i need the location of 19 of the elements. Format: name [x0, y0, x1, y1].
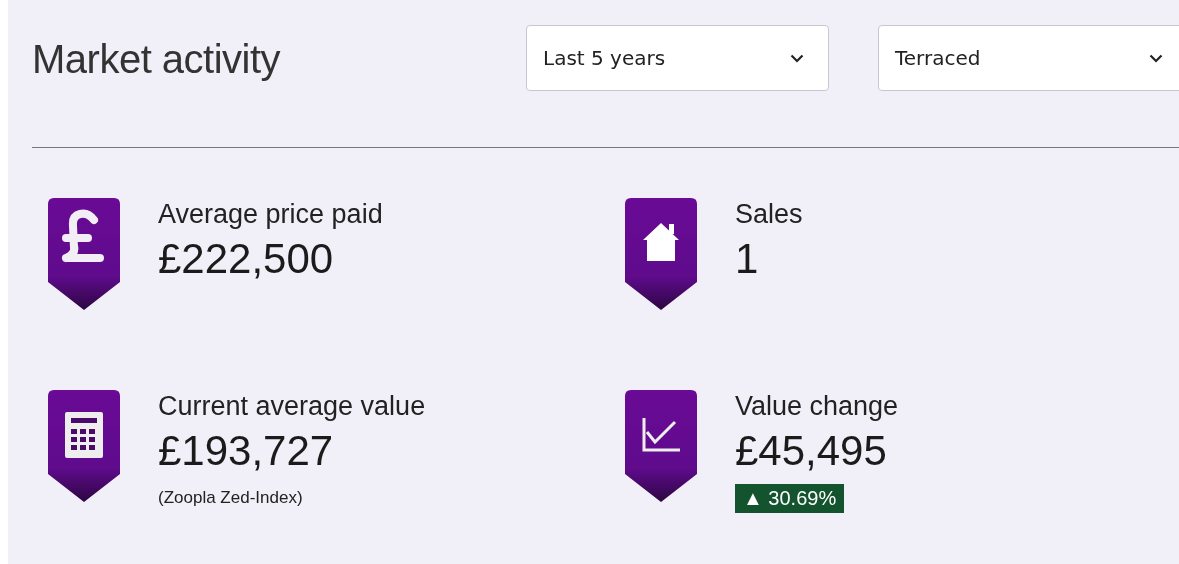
stat-value: £45,495 [735, 426, 887, 476]
stat-value: £222,500 [158, 234, 334, 284]
line-chart-icon [625, 390, 697, 504]
chevron-down-icon [1149, 53, 1163, 63]
house-icon [625, 198, 697, 312]
stat-value: 1 [735, 234, 759, 284]
stat-label: Current average value [158, 390, 426, 422]
filter-dropdown[interactable]: Terraced [878, 25, 1179, 91]
chevron-down-icon [790, 53, 804, 63]
stat-label: Sales [735, 198, 803, 230]
stat-label: Average price paid [158, 198, 383, 230]
calculator-icon [48, 390, 120, 504]
pound-icon [48, 198, 120, 312]
stat-note: (Zoopla Zed-Index) [158, 488, 303, 508]
filter-dropdown[interactable]: Last 5 years [526, 25, 829, 91]
stat-label: Value change [735, 390, 899, 422]
section-title: Market activity [32, 36, 282, 82]
stat-value: £193,727 [158, 426, 334, 476]
change-badge: ▲ 30.69% [735, 484, 845, 513]
